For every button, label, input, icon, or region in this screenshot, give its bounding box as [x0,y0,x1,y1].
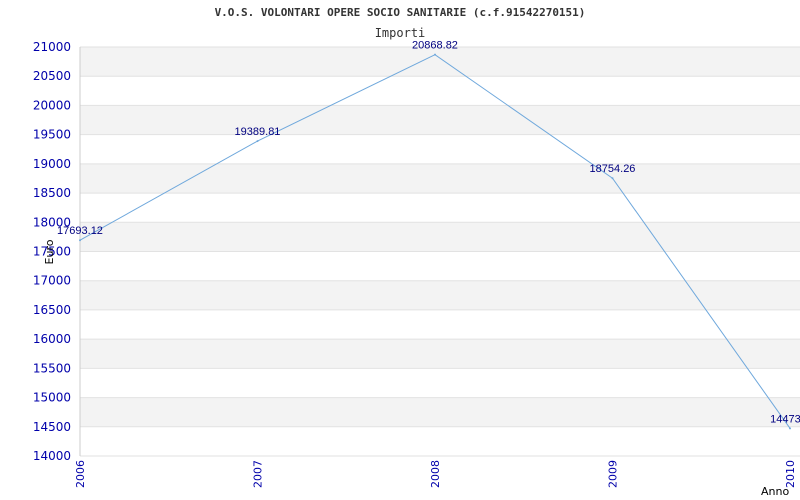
y-tick-label: 18500 [33,186,71,200]
chart-title: V.O.S. VOLONTARI OPERE SOCIO SANITARIE (… [215,6,586,19]
plot-band [80,105,800,135]
x-tick-label: 2007 [252,460,265,488]
y-tick-label: 19500 [33,128,71,142]
x-tick-label: 2006 [74,460,87,488]
x-axis-label: Anno [761,485,789,498]
x-axis-ticks: 2006 2007 2008 2009 2010 [74,460,797,488]
plot-band [80,163,800,194]
y-axis-label: Euro [43,239,56,264]
data-point [79,239,81,242]
plot-band [80,368,800,398]
y-tick-label: 16000 [33,332,71,346]
chart-subtitle: Importi [375,26,426,40]
y-tick-label: 16500 [33,303,71,317]
y-tick-label: 20000 [33,98,71,112]
plot-band [80,222,800,252]
plot-band [80,193,800,223]
plot-band [80,76,800,106]
y-tick-label: 19000 [33,157,71,171]
y-tick-label: 17000 [33,274,71,288]
plot-band [80,426,800,456]
y-tick-label: 20500 [33,69,71,83]
data-label: 14473.7 [770,413,800,425]
x-tick-label: 2010 [784,460,797,488]
y-tick-label: 14000 [33,449,71,463]
plot-band [80,280,800,310]
y-tick-label: 21000 [33,40,71,54]
x-tick-label: 2008 [429,460,442,488]
data-label: 20868.82 [412,40,458,52]
plot-band [80,251,800,281]
data-label: 19389.81 [235,126,281,138]
line-chart: V.O.S. VOLONTARI OPERE SOCIO SANITARIE (… [33,6,800,498]
plot-band [80,309,800,340]
plot-band [80,397,800,427]
data-label: 17693.12 [57,225,103,237]
data-label: 18754.26 [590,163,636,175]
data-point [611,177,614,180]
data-point [256,140,259,143]
data-point [434,53,436,56]
y-tick-label: 15000 [33,391,71,405]
data-point [789,427,791,430]
y-tick-label: 14500 [33,420,71,434]
plot-band [80,339,800,369]
plot-band [80,134,800,164]
x-tick-label: 2009 [607,460,620,488]
y-tick-label: 15500 [33,361,71,375]
